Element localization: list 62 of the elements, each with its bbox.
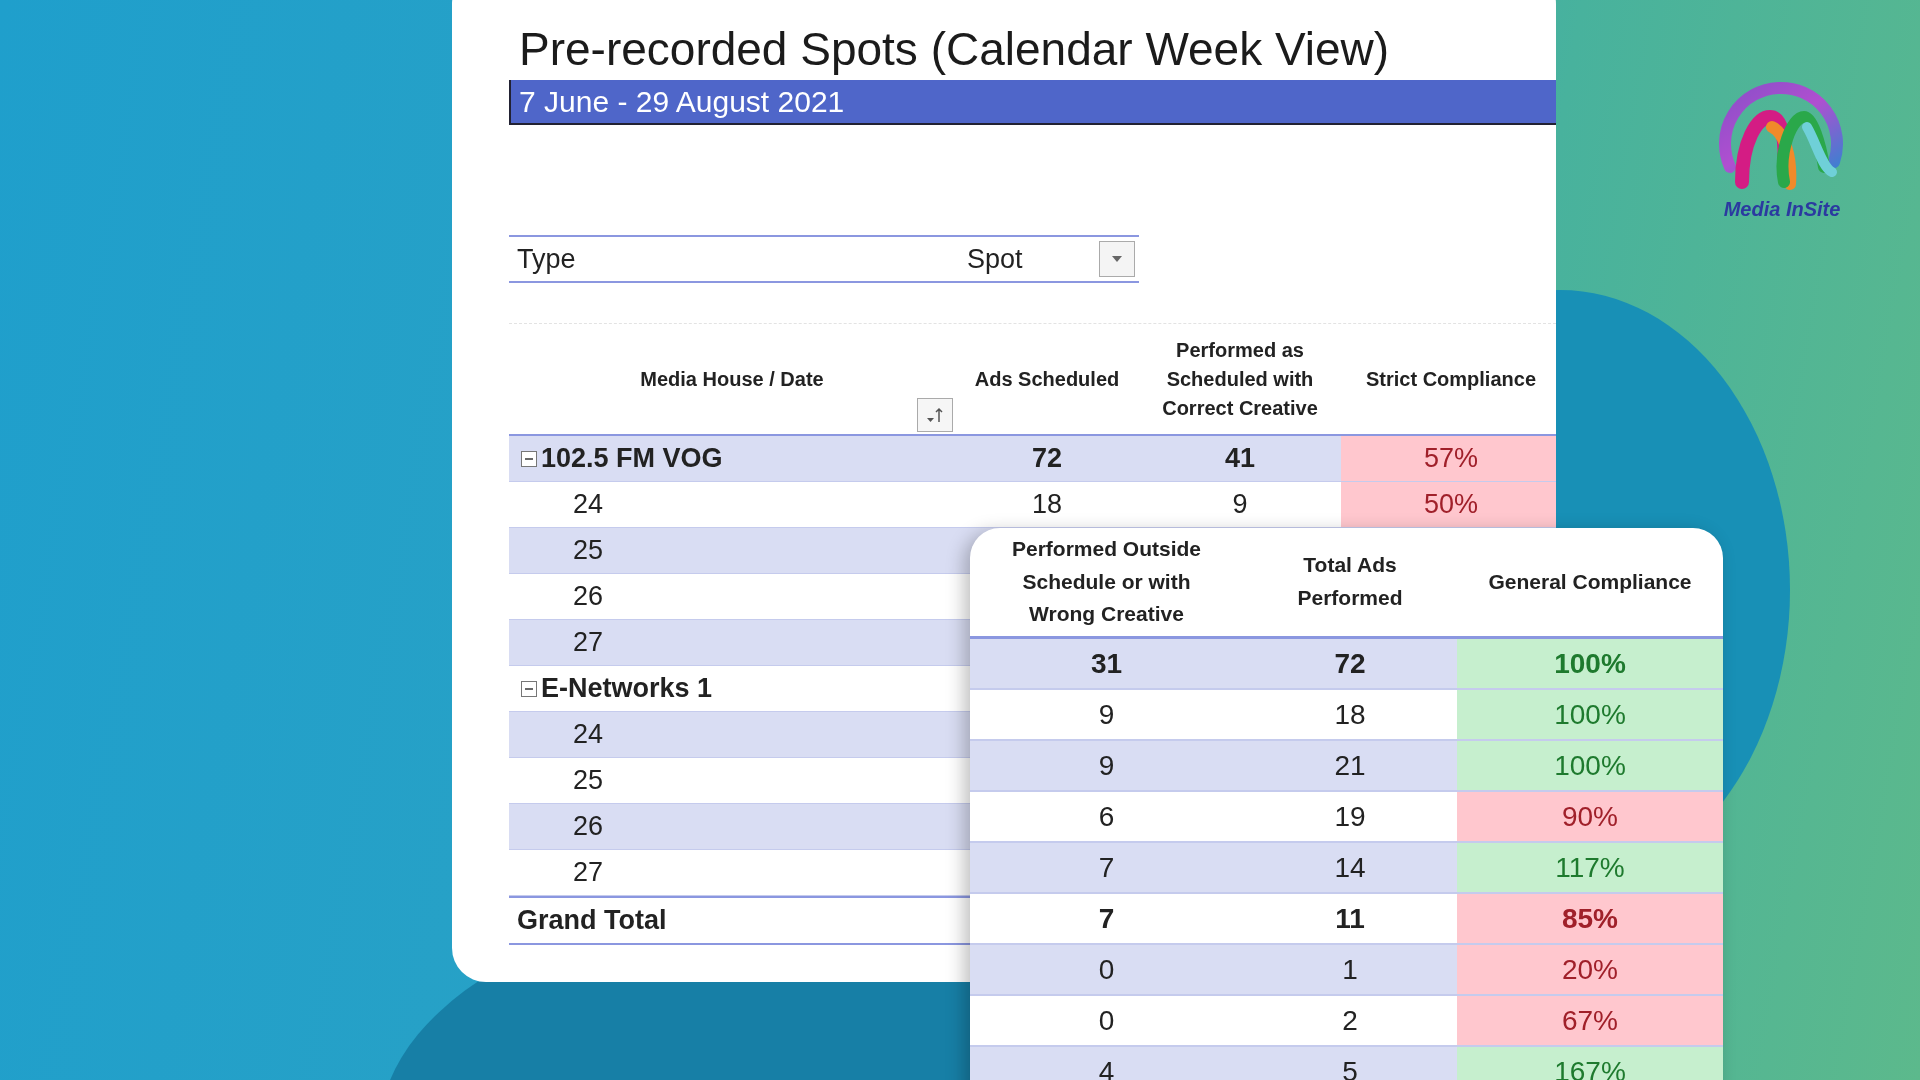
dropdown-button[interactable] [1099,241,1135,277]
logo-text: Media InSite [1723,198,1841,221]
table-cell: 0 [1098,953,1115,986]
table-cell: 0 [1098,1004,1115,1037]
table-cell: 41 [1224,443,1255,474]
row-label: 24 [573,719,604,750]
row-label: E-Networks 1 [541,673,713,704]
sort-filter-button[interactable] [917,398,953,432]
table-cell: 1 [1342,953,1358,986]
compliance-cell: 20% [1457,945,1723,994]
table-cell: 19 [1334,800,1366,833]
column-header: Total Ads Performed [1296,552,1404,611]
table-cell: 18 [1031,489,1062,520]
collapse-button[interactable] [521,450,537,467]
row-label: 25 [573,765,604,796]
row-label: 26 [573,581,604,612]
table-cell: 31 [1090,647,1123,680]
compliance-cell: 85% [1457,894,1723,943]
row-label: Grand Total [517,905,667,936]
table-cell: 6 [1098,800,1115,833]
column-header: Media House / Date [640,366,824,392]
table-cell: 9 [1098,698,1115,731]
table-cell: 4 [1098,1055,1115,1080]
row-label: 27 [573,627,604,658]
sort-icon [925,406,945,424]
table-cell: 72 [1031,443,1062,474]
table-cell: 2 [1342,1004,1358,1037]
column-header: Performed as Scheduled with Correct Creative [1161,337,1319,421]
table-cell: 18 [1334,698,1366,731]
column-header: General Compliance [1488,568,1692,595]
column-header: Strict Compliance [1365,366,1536,392]
row-label: 102.5 FM VOG [541,443,723,474]
table-cell: 14 [1334,851,1366,884]
compliance-cell: 100% [1457,741,1723,790]
report-title: Pre-recorded Spots (Calendar Week View) [518,22,1391,77]
compliance-cell: 167% [1457,1047,1723,1080]
table-cell: 21 [1334,749,1366,782]
compliance-cell: 50% [1341,482,1556,527]
table-cell: 7 [1098,851,1115,884]
table-cell: 72 [1334,647,1366,680]
table-cell: 9 [1232,489,1248,520]
row-label: 26 [573,811,604,842]
column-header: Ads Scheduled [974,366,1120,392]
compliance-cell: 67% [1457,996,1723,1045]
table-cell: 11 [1335,902,1365,935]
compliance-cell: 90% [1457,792,1723,841]
date-range-bar: 7 June - 29 August 2021 [509,80,1556,125]
column-header: Performed Outside Schedule or with Wrong Creative [1010,536,1202,628]
row-label: 25 [573,535,604,566]
table-cell: 9 [1098,749,1115,782]
caret-icon [1111,255,1123,263]
table-cell: 5 [1342,1055,1358,1080]
compliance-cell: 100% [1457,690,1723,739]
compliance-cell: 57% [1341,436,1556,481]
compliance-cell: 117% [1457,843,1723,892]
row-label: 24 [573,489,604,520]
compliance-cell: 100% [1457,639,1723,688]
row-label: 27 [573,857,604,888]
filter-value: Spot [967,243,1024,275]
filter-label: Type [516,243,577,275]
table-cell: 7 [1098,902,1115,935]
collapse-button[interactable] [521,680,537,697]
